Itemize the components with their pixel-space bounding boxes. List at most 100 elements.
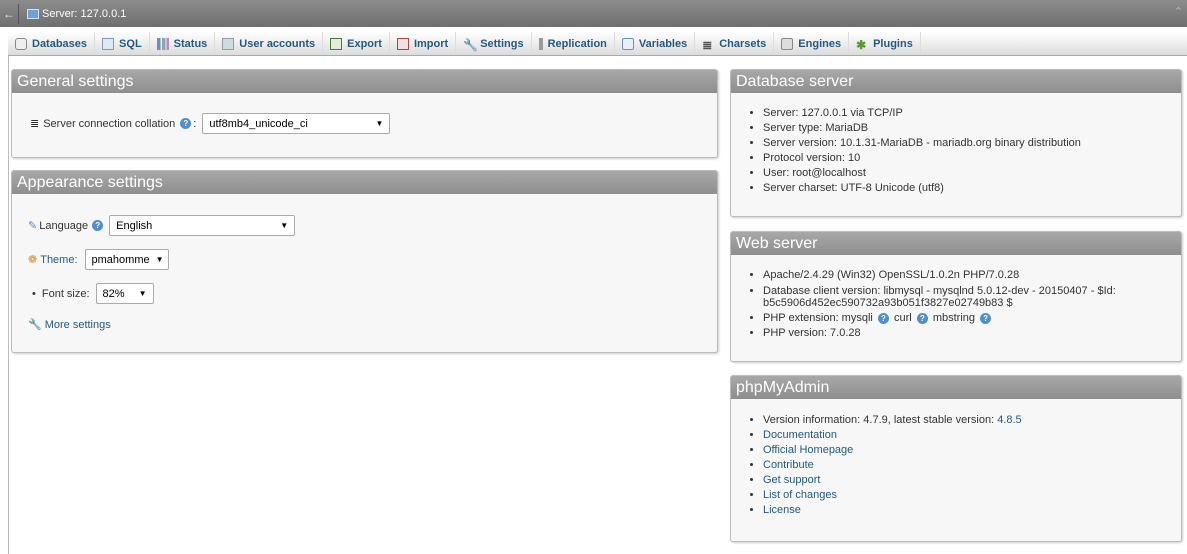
export-icon [330,37,343,50]
tab-import[interactable]: Import [390,32,457,55]
users-icon [222,37,235,50]
more-settings-row: 🔧 More settings [28,318,111,332]
replication-icon [538,37,543,50]
contribute-link[interactable]: Contribute [763,459,814,471]
tab-label: Engines [798,37,842,50]
server-icon [27,8,39,19]
list-item: Apache/2.4.29 (Win32) OpenSSL/1.0.2n PHP… [763,268,1181,283]
list-item: Server: 127.0.0.1 via TCP/IP [763,106,1181,121]
latest-version-link[interactable]: 4.8.5 [997,414,1021,426]
language-icon: ✎ [28,220,38,232]
appearance-settings-panel: Appearance settings ✎ Language ? English… [11,170,718,353]
theme-icon: ❁ [28,254,38,266]
get-support-link[interactable]: Get support [763,474,820,486]
tab-charsets[interactable]: ≣ Charsets [695,32,775,55]
language-label: Language [39,219,89,232]
database-icon [15,37,27,50]
charsets-icon: ≣ [702,37,713,52]
tab-label: Import [413,37,449,50]
theme-value: pmahomme [91,253,150,266]
list-icon: ≣ [30,118,40,130]
list-item: Official Homepage [763,443,1181,458]
tab-databases[interactable]: Databases [8,32,96,55]
server-breadcrumb[interactable]: Server: 127.0.0.1 [27,8,126,20]
back-arrow-icon[interactable]: ← [0,7,18,21]
list-item: PHP extension: mysqli ? curl ? mbstring … [763,311,1181,326]
documentation-link[interactable]: Documentation [763,429,837,441]
license-link[interactable]: License [763,504,801,516]
list-item: PHP version: 7.0.28 [763,326,1181,341]
language-row: ✎ Language ? English ▼ [28,215,296,236]
tab-sql[interactable]: SQL [95,32,150,55]
font-size-value: 82% [102,287,125,300]
list-item: License [763,503,1181,518]
tab-label: Status [173,37,208,50]
tab-status[interactable]: Status [150,32,216,55]
general-settings-panel: General settings ≣ Server connection col… [11,69,718,158]
tab-label: Export [347,37,382,50]
tab-engines[interactable]: Engines [774,32,850,55]
client-version-line2: b5c5906d452ec590732a93b051f3827e02749b83… [763,297,1013,309]
list-item: Contribute [763,458,1181,473]
help-icon[interactable]: ? [180,118,192,129]
wrench-icon: 🔧 [463,37,479,52]
theme-link[interactable]: Theme: [40,254,77,266]
list-item: Server version: 10.1.31-MariaDB - mariad… [763,136,1181,151]
official-homepage-link[interactable]: Official Homepage [763,444,853,456]
left-border [8,56,9,554]
tab-plugins[interactable]: ✱ Plugins [849,32,921,55]
tab-replication[interactable]: Replication [532,32,615,55]
dropdown-arrow-icon: ▼ [155,255,164,264]
tab-settings[interactable]: 🔧 Settings [456,32,532,55]
collation-colon: : [193,117,197,130]
help-icon[interactable]: ? [980,312,992,324]
server-breadcrumb-bar: ← Server: 127.0.0.1 ⌃ [0,0,1187,27]
tab-label: Variables [638,37,688,50]
plugins-icon: ✱ [856,37,867,52]
list-of-changes-link[interactable]: List of changes [763,489,837,501]
list-item: User: root@localhost [763,166,1181,181]
font-size-row: • Font size: 82% ▼ [32,283,154,304]
language-value: English [116,219,153,232]
panel-title: Web server [731,232,1181,255]
tab-export[interactable]: Export [323,32,390,55]
bullet: • [32,287,36,300]
list-item: Documentation [763,428,1181,443]
tab-variables[interactable]: Variables [615,32,696,55]
list-item: Server charset: UTF-8 Unicode (utf8) [763,181,1181,196]
language-select[interactable]: English ▼ [109,215,296,236]
tab-label: Replication [547,37,607,50]
tab-label: SQL [119,37,142,50]
list-item: Server type: MariaDB [763,121,1181,136]
help-icon[interactable]: ? [92,220,104,231]
list-item: Get support [763,473,1181,488]
divider [18,3,19,24]
help-icon[interactable]: ? [916,312,928,324]
web-server-list: Apache/2.4.29 (Win32) OpenSSL/1.0.2n PHP… [731,255,1181,341]
phpmyadmin-list: Version information: 4.7.9, latest stabl… [731,399,1181,518]
dropdown-arrow-icon: ▼ [280,221,289,230]
theme-select[interactable]: pmahomme ▼ [84,249,169,270]
help-icon[interactable]: ? [877,312,889,324]
php-extension-mbstring: mbstring [932,312,976,324]
font-size-select[interactable]: 82% ▼ [95,283,154,304]
tab-label: Databases [32,37,88,50]
sql-icon [102,37,115,50]
dropdown-arrow-icon: ▼ [375,119,384,128]
collation-value: utf8mb4_unicode_ci [209,117,308,130]
variables-icon [621,37,634,50]
panel-title: General settings [12,70,717,93]
tab-label: User accounts [239,37,316,50]
import-icon [396,37,409,50]
font-size-label: Font size: [41,287,90,300]
collapse-icon[interactable]: ⌃ [1174,5,1183,18]
main-tabs: Databases SQL Status User accounts Expor… [8,32,1187,56]
more-settings-link[interactable]: More settings [45,319,111,331]
tab-user-accounts[interactable]: User accounts [215,32,324,55]
server-label: Server: 127.0.0.1 [42,7,127,20]
version-info: Version information: 4.7.9, latest stabl… [763,414,995,426]
wrench-icon: 🔧 [28,319,42,331]
collation-select[interactable]: utf8mb4_unicode_ci ▼ [202,113,391,134]
client-version-line1: Database client version: libmysql - mysq… [763,285,1116,297]
phpmyadmin-panel: phpMyAdmin Version information: 4.7.9, l… [730,375,1182,542]
